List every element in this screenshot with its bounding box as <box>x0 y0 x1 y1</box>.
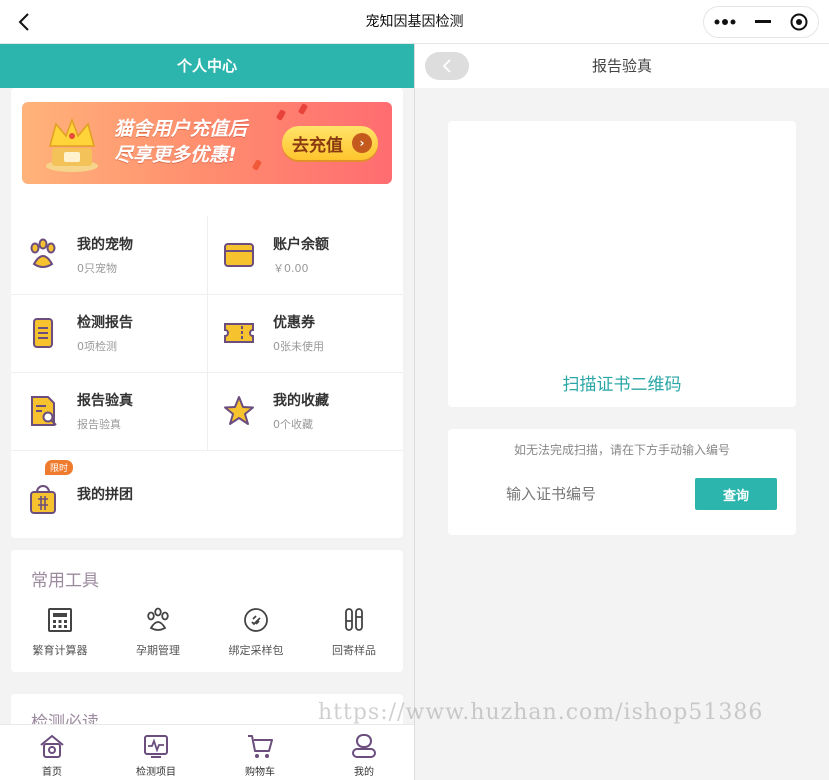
crown-icon <box>46 117 98 172</box>
close-target-icon[interactable] <box>790 13 808 31</box>
recharge-banner[interactable]: 猫舍用户充值后 尽享更多优惠! 去充值 › <box>22 102 392 184</box>
test-tube-icon <box>345 608 363 631</box>
certificate-number-input[interactable] <box>506 479 706 509</box>
grid-item-sub: 0只宠物 <box>77 262 117 275</box>
tool-pregnancy-management[interactable]: 孕期管理 <box>109 606 207 658</box>
grid-item-balance[interactable]: 账户余额 ￥0.00 <box>207 216 403 294</box>
grid-item-title: 报告验真 <box>77 393 133 409</box>
tab-label: 首页 <box>42 767 62 778</box>
limited-time-badge: 限时 <box>45 460 74 475</box>
common-tools-title: 常用工具 <box>31 571 99 591</box>
common-tools-card: 常用工具 繁育计算器 孕期管理 绑定采样包 回寄样品 <box>11 550 403 672</box>
paw-icon <box>30 238 56 268</box>
tool-return-sample[interactable]: 回寄样品 <box>305 606 403 658</box>
tool-bind-sample-kit[interactable]: 绑定采样包 <box>207 606 305 658</box>
report-verify-back-button[interactable] <box>425 52 469 80</box>
report-verify-header: 报告验真 <box>415 44 829 88</box>
monitor-icon <box>144 735 168 758</box>
tool-label: 回寄样品 <box>332 644 376 657</box>
minimize-icon[interactable] <box>754 20 771 24</box>
tool-label: 孕期管理 <box>136 644 180 657</box>
grid-item-title: 我的宠物 <box>77 237 133 253</box>
scan-qr-card[interactable]: 扫描证书二维码 <box>448 121 796 407</box>
grid-item-title: 账户余额 <box>273 237 329 253</box>
tab-mine[interactable]: 我的 <box>312 731 414 778</box>
grid-item-sub: 0个收藏 <box>273 418 313 431</box>
recharge-button-label: 去充值 <box>292 135 343 156</box>
tab-cart[interactable]: 购物车 <box>208 731 312 778</box>
cart-icon <box>248 735 273 758</box>
grid-item-coupons[interactable]: 优惠券 0张未使用 <box>207 294 403 372</box>
verify-icon <box>31 396 57 426</box>
grid-item-group-buy[interactable]: 限时 我的拼团 <box>11 450 207 538</box>
grid-item-title: 我的拼团 <box>77 487 133 503</box>
mini-program-capsule <box>703 6 819 38</box>
top-nav-bar: 宠知因基因检测 <box>0 0 829 44</box>
link-icon <box>244 608 268 632</box>
banner-line1: 猫舍用户充值后 <box>114 118 248 140</box>
star-icon <box>224 396 254 425</box>
recharge-button[interactable]: 去充值 › <box>282 126 378 160</box>
feature-grid: 我的宠物 0只宠物 账户余额 ￥0.00 检测报告 0项检测 优惠券 0张未使用 <box>11 216 403 538</box>
coupon-icon <box>224 323 254 343</box>
tab-label: 购物车 <box>245 767 275 778</box>
paw-outline-icon <box>147 607 169 631</box>
grid-item-sub: 0项检测 <box>77 340 117 353</box>
wallet-icon <box>224 243 254 267</box>
tool-breeding-calculator[interactable]: 繁育计算器 <box>11 606 109 658</box>
more-icon[interactable] <box>714 18 736 26</box>
tab-home[interactable]: 首页 <box>0 731 104 778</box>
personal-center-header: 个人中心 <box>0 44 414 88</box>
personal-center-pane: 个人中心 猫舍用户充值后 尽享更多优惠! 去充值 › 我的宠物 0只宠物 账户余… <box>0 44 414 780</box>
tab-label: 我的 <box>354 767 374 778</box>
grid-item-sub: ￥0.00 <box>273 262 309 275</box>
watermark-text: https://www.huzhan.com/ishop51386 <box>318 700 764 725</box>
banner-text: 猫舍用户充值后 尽享更多优惠! <box>114 116 247 168</box>
grid-item-sub: 报告验真 <box>77 418 121 431</box>
report-verify-pane: 报告验真 扫描证书二维码 如无法完成扫描，请在下方手动输入编号 查询 <box>415 44 829 780</box>
grid-item-sub: 0张未使用 <box>273 340 324 353</box>
grid-item-title: 优惠券 <box>273 315 315 331</box>
chevron-left-icon <box>442 59 451 73</box>
grid-item-reports[interactable]: 检测报告 0项检测 <box>11 294 207 372</box>
banner-line2: 尽享更多优惠! <box>114 144 237 166</box>
scan-qr-link[interactable]: 扫描证书二维码 <box>448 370 796 395</box>
tab-test-items[interactable]: 检测项目 <box>104 731 208 778</box>
grid-item-favorites[interactable]: 我的收藏 0个收藏 <box>207 372 403 450</box>
home-icon <box>40 734 64 758</box>
manual-input-hint: 如无法完成扫描，请在下方手动输入编号 <box>513 443 730 457</box>
user-icon <box>352 734 376 758</box>
grid-item-title: 检测报告 <box>77 315 133 331</box>
manual-input-card: 如无法完成扫描，请在下方手动输入编号 查询 <box>448 429 796 535</box>
report-icon <box>33 318 53 348</box>
tool-label: 繁育计算器 <box>32 644 88 657</box>
calculator-icon <box>48 608 72 632</box>
chevron-right-icon: › <box>352 133 372 153</box>
report-verify-title: 报告验真 <box>591 57 652 75</box>
tab-label: 检测项目 <box>136 767 176 778</box>
grid-item-report-verify[interactable]: 报告验真 报告验真 <box>11 372 207 450</box>
group-bag-icon <box>30 485 56 514</box>
grid-item-my-pets[interactable]: 我的宠物 0只宠物 <box>11 216 207 294</box>
tool-label: 绑定采样包 <box>228 644 284 657</box>
grid-item-title: 我的收藏 <box>273 393 329 409</box>
bottom-tab-bar: 首页 检测项目 购物车 我的 <box>0 724 414 780</box>
query-button[interactable]: 查询 <box>695 478 777 510</box>
